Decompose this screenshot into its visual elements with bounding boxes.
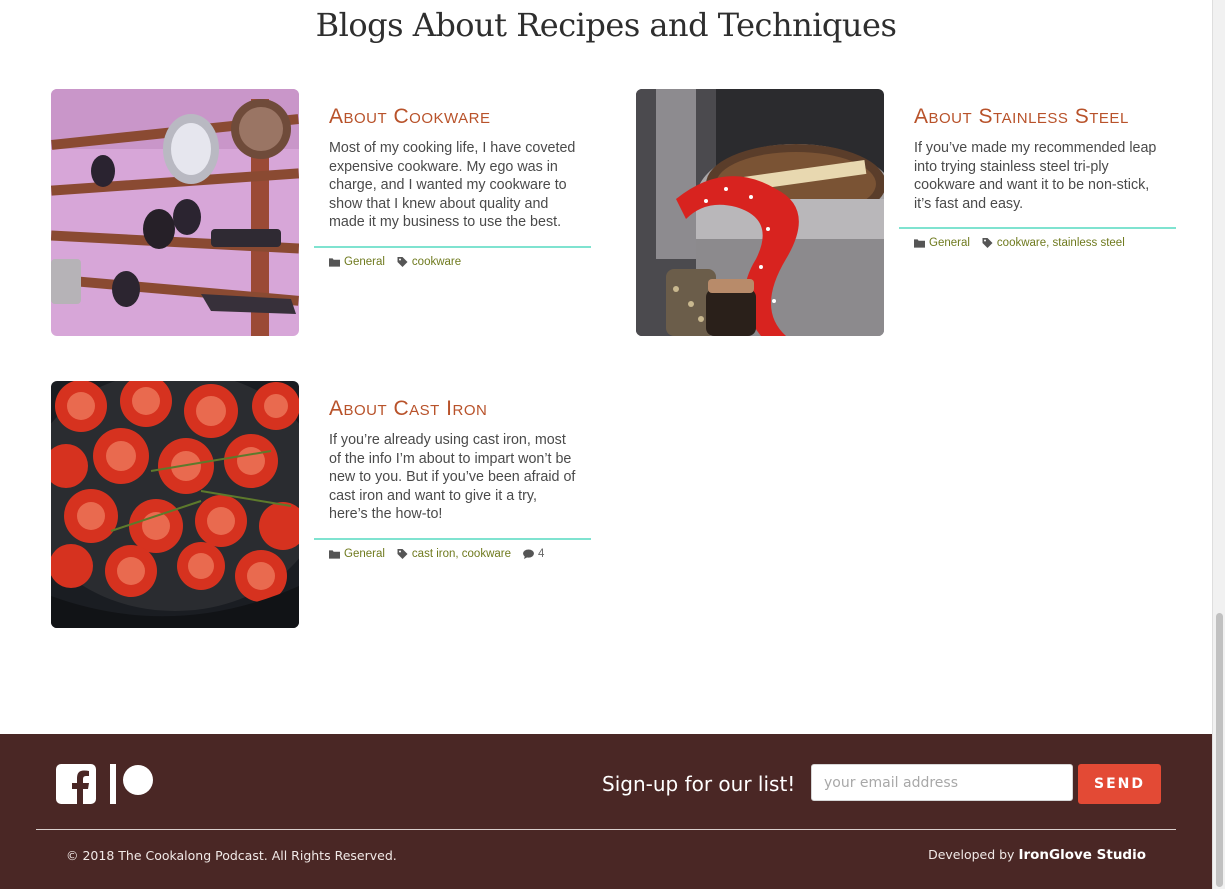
post-title[interactable]: About Cast Iron: [329, 397, 591, 421]
post-excerpt: If you’re already using cast iron, most …: [329, 432, 576, 522]
tag-icon: [397, 548, 408, 559]
developer-credit: Developed by IronGlove Studio: [928, 847, 1146, 863]
folder-icon: [329, 549, 340, 559]
post-thumbnail[interactable]: [51, 89, 299, 336]
tag-icon: [982, 238, 993, 248]
patreon-icon[interactable]: [110, 764, 154, 804]
post-card: About Stainless Steel If you’ve made my …: [636, 89, 1196, 339]
tag-links[interactable]: cookware: [412, 256, 461, 268]
post-card: About Cookware Most of my cooking life, …: [51, 89, 611, 339]
send-button[interactable]: SEND: [1078, 764, 1161, 804]
post-meta: General cookware, stainless steel: [914, 237, 1176, 249]
comment-count[interactable]: 4: [538, 548, 544, 560]
tag-icon: [397, 256, 408, 267]
site-footer: Sign-up for our list! SEND © 2018 The Co…: [0, 734, 1212, 889]
email-input[interactable]: [811, 764, 1073, 801]
post-body: About Cookware Most of my cooking life, …: [314, 89, 591, 268]
page: Blogs About Recipes and Techniques About…: [0, 0, 1212, 889]
post-meta: General cookware: [329, 256, 591, 268]
social-links: [56, 764, 154, 804]
section-title: Blogs About Recipes and Techniques: [315, 6, 897, 44]
divider: [314, 245, 591, 248]
post-thumbnail[interactable]: [636, 89, 884, 336]
post-body: About Stainless Steel If you’ve made my …: [899, 89, 1176, 249]
post-thumbnail[interactable]: [51, 381, 299, 628]
copyright-text: © 2018 The Cookalong Podcast. All Rights…: [66, 848, 397, 863]
post-card: About Cast Iron If you’re already using …: [51, 381, 611, 631]
category-link[interactable]: General: [929, 237, 970, 249]
post-meta: General cast iron, cookware 4: [329, 548, 591, 560]
post-body: About Cast Iron If you’re already using …: [314, 381, 591, 560]
post-title[interactable]: About Stainless Steel: [914, 105, 1176, 129]
tag-links[interactable]: cast iron, cookware: [412, 548, 511, 560]
divider: [899, 227, 1176, 229]
post-excerpt: If you’ve made my recommended leap into …: [914, 140, 1157, 212]
comment-icon: [523, 548, 534, 559]
facebook-icon[interactable]: [56, 764, 96, 804]
post-excerpt: Most of my cooking life, I have coveted …: [329, 140, 576, 230]
tag-links[interactable]: cookware, stainless steel: [997, 237, 1125, 249]
post-title[interactable]: About Cookware: [329, 105, 591, 129]
category-link[interactable]: General: [344, 256, 385, 268]
folder-icon: [914, 239, 925, 248]
scrollbar-thumb[interactable]: [1216, 613, 1223, 887]
category-link[interactable]: General: [344, 548, 385, 560]
developed-by-label: Developed by: [928, 847, 1015, 862]
developer-link[interactable]: IronGlove Studio: [1018, 847, 1146, 863]
divider: [314, 537, 591, 540]
vertical-scrollbar[interactable]: [1212, 0, 1225, 889]
signup-heading: Sign-up for our list!: [602, 772, 796, 796]
footer-divider: [36, 829, 1176, 830]
folder-icon: [329, 257, 340, 267]
